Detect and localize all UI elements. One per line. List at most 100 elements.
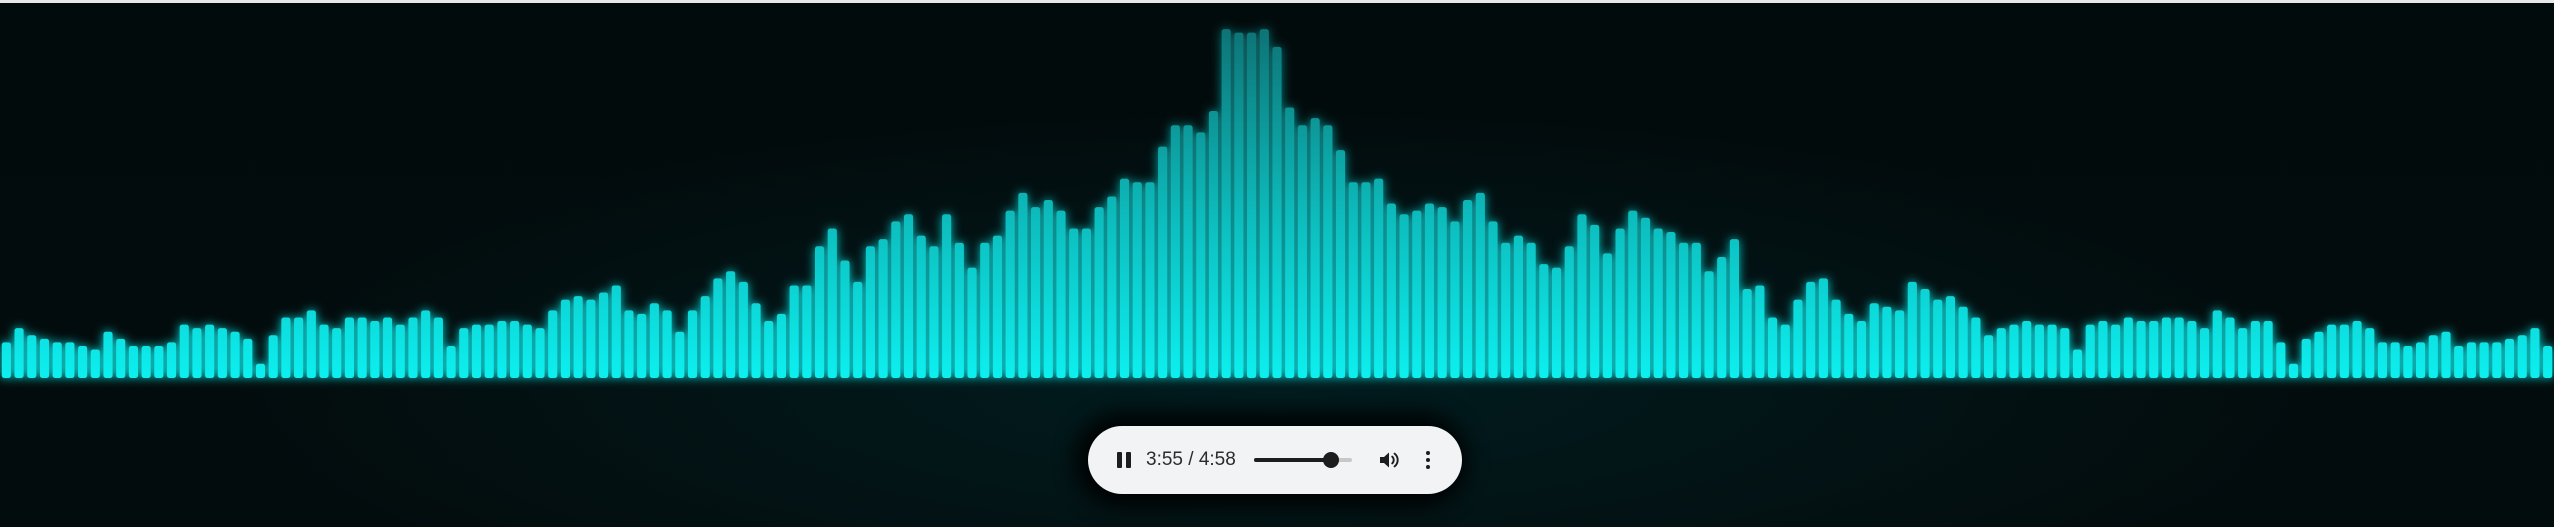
visualizer-bar	[1361, 182, 1371, 378]
visualizer-bar	[382, 317, 393, 378]
visualizer-bar	[1183, 125, 1193, 379]
pause-icon-bar-left	[1117, 452, 1122, 468]
visualizer-bar	[78, 345, 88, 378]
pause-icon-bar-right	[1126, 452, 1131, 468]
visualizer-bar	[1945, 296, 1956, 378]
visualizer-bar	[560, 299, 571, 378]
visualizer-bar	[103, 331, 113, 378]
visualizer-bar	[903, 214, 914, 378]
visualizer-bar	[2060, 328, 2070, 378]
visualizer-bar	[217, 328, 227, 378]
visualizer-bar	[1043, 200, 1053, 378]
visualizer-bar	[1488, 221, 1498, 378]
visualizer-bar	[738, 281, 748, 378]
visualizer-bar	[1196, 132, 1206, 378]
visualizer-bar	[1895, 310, 1905, 378]
visualizer-bar	[1310, 118, 1320, 379]
visualizer-bar	[408, 317, 418, 378]
visualizer-bar	[598, 292, 609, 378]
visualizer-bar	[154, 345, 164, 378]
visualizer-bar	[2352, 321, 2362, 378]
pause-button[interactable]	[1110, 446, 1138, 474]
visualizer-bar	[2403, 345, 2413, 378]
visualizer-bar	[255, 363, 266, 378]
visualizer-bar	[1907, 281, 1917, 378]
visualizer-bar	[573, 296, 583, 378]
visualizer-bar	[1056, 210, 1066, 378]
visualizer-bar	[1259, 29, 1269, 379]
visualizer-bar	[1513, 235, 1523, 378]
visualizer-bar	[675, 331, 685, 378]
progress-thumb[interactable]	[1323, 452, 1340, 468]
visualizer-bar	[1335, 150, 1346, 378]
visualizer-bar	[2301, 338, 2311, 378]
visualizer-bar	[1666, 232, 1676, 378]
visualizer-bar	[166, 342, 177, 378]
visualizer-bar	[1247, 32, 1257, 379]
visualizer-bar	[2543, 345, 2553, 378]
visualizer-bar	[586, 299, 596, 378]
visualizer-bar	[2466, 342, 2476, 378]
visualizer-bar	[853, 281, 863, 378]
visualizer-bar	[179, 324, 189, 378]
more-options-button[interactable]	[1418, 446, 1438, 474]
visualizer-bar	[1793, 299, 1803, 378]
visualizer-bar	[1551, 267, 1562, 378]
visualizer-bar	[2149, 321, 2159, 378]
visualizer-bar	[2022, 321, 2032, 378]
visualizer-bar	[611, 285, 621, 378]
visualizer-bar	[1170, 125, 1180, 379]
visualizer-bar	[1501, 242, 1511, 378]
visualizer-bar	[421, 310, 431, 378]
visualizer-bar	[522, 324, 532, 378]
visualizer-bar	[2288, 363, 2299, 378]
visualizer-bar	[2136, 321, 2146, 378]
visualizer-bar	[1526, 242, 1536, 378]
visualizer-bar	[700, 296, 710, 378]
visualizer-bar	[2212, 310, 2222, 378]
visualizer-bar	[764, 321, 774, 378]
visualizer-bar	[1742, 289, 1752, 378]
visualizer-bar	[2123, 317, 2133, 378]
visualizer-bar	[2225, 317, 2235, 378]
visualizer-bar	[14, 328, 24, 378]
visualizer-bar	[2276, 342, 2286, 378]
visualizer-bar	[2428, 335, 2438, 378]
visualizer-bar	[942, 214, 952, 378]
visualizer-bar	[446, 345, 456, 378]
visualizer-bar	[1704, 271, 1714, 378]
visualizer-bar	[1628, 210, 1638, 378]
visualizer-bar	[535, 328, 545, 378]
visualizer-bar	[332, 328, 342, 378]
visualizer-bar	[357, 317, 367, 378]
visualizer-bar	[459, 328, 469, 378]
visualizer-bar	[1018, 192, 1028, 378]
visualizer-bar	[2390, 342, 2400, 378]
visualizer-bar	[1920, 289, 1930, 378]
visualizer-bar	[2161, 317, 2172, 378]
visualizer-bar	[2441, 331, 2451, 378]
volume-button[interactable]	[1376, 446, 1404, 474]
visualizer-bar	[65, 342, 75, 378]
visualizer-bar	[802, 285, 812, 378]
visualizer-bar	[1882, 306, 1892, 378]
visualizer-bar	[471, 324, 482, 378]
visualizer-bar	[1590, 224, 1600, 378]
current-time: 3:55	[1146, 449, 1183, 470]
visualizer-bar	[2047, 324, 2057, 378]
visualizer-bar	[1780, 324, 1790, 378]
visualizer-bar	[243, 338, 253, 378]
visualizer-bar	[116, 338, 126, 378]
visualizer-bar	[878, 239, 888, 378]
visualizer-bar	[2072, 349, 2083, 378]
audio-player: 3:55 / 4:58	[1088, 426, 1462, 494]
visualizer-bar	[1539, 264, 1549, 378]
more-options-icon-dot	[1426, 458, 1430, 462]
visualizer-bar	[1, 342, 11, 378]
progress-slider[interactable]	[1254, 452, 1352, 468]
visualizer-bar	[1234, 32, 1244, 379]
visualizer-bar	[1107, 196, 1117, 378]
visualizer-bar	[484, 324, 494, 378]
visualizer-bar	[1005, 210, 1015, 378]
visualizer-bar	[1640, 217, 1651, 378]
